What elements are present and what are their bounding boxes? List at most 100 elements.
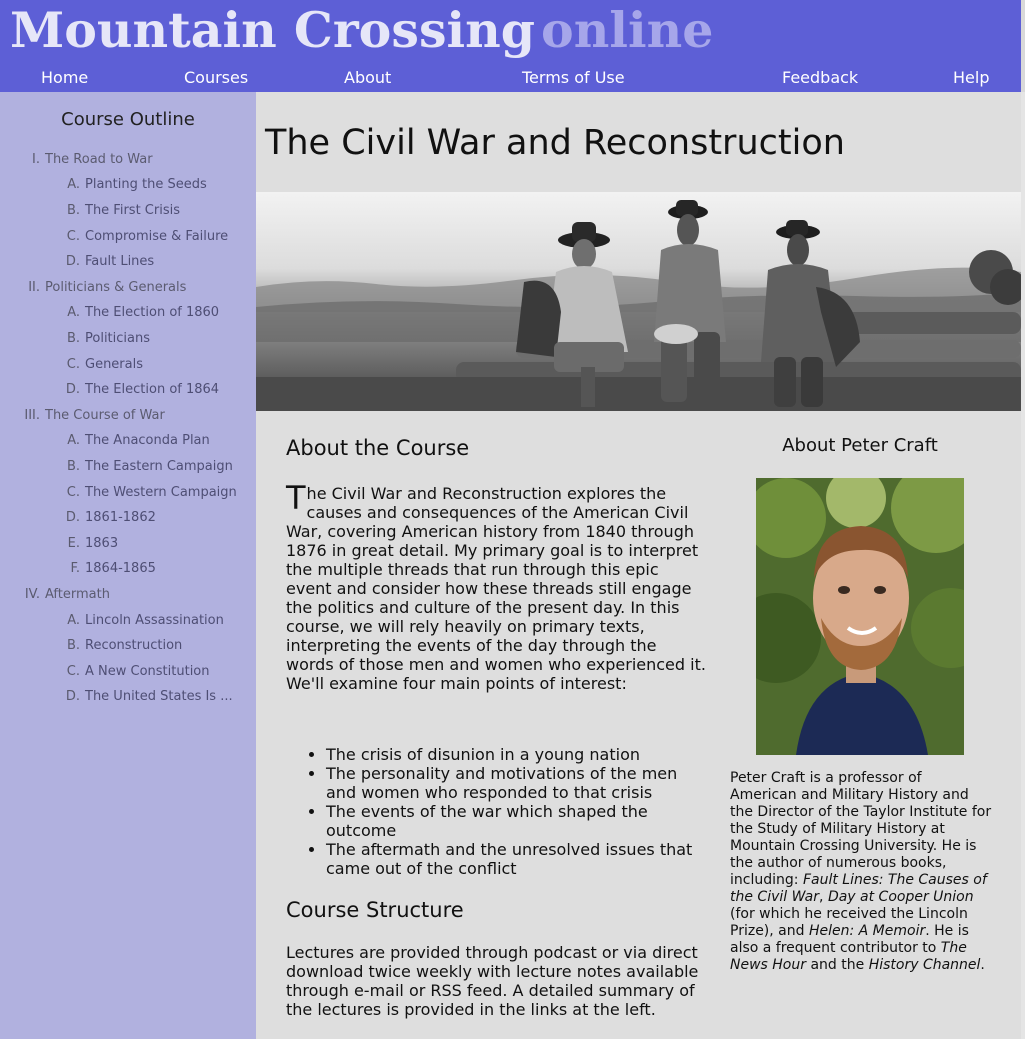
nav-feedback-link[interactable]: Feedback <box>782 67 858 89</box>
site-title-sub: online <box>541 1 714 59</box>
sidebar-item-number: I. <box>32 152 40 167</box>
sidebar-item-number: C. <box>66 664 80 679</box>
nav-home-link[interactable]: Home <box>41 67 88 89</box>
sidebar-item-label: Lincoln Assassination <box>85 613 224 628</box>
author-photo <box>756 478 964 755</box>
nav-courses-link[interactable]: Courses <box>184 67 248 89</box>
course-structure-text: Lectures are provided through podcast or… <box>286 943 699 1019</box>
sidebar-item-label: Reconstruction <box>85 638 183 653</box>
author-bio: Peter Craft is a professor of American a… <box>730 770 992 974</box>
outlet-name: History Channel <box>868 957 981 973</box>
sidebar-item-label: A New Constitution <box>85 664 210 679</box>
list-item: The crisis of disunion in a young nation <box>326 745 706 764</box>
sidebar-item[interactable]: B. The First Crisis <box>40 203 180 219</box>
sidebar-item-number: A. <box>67 305 80 320</box>
about-course-heading: About the Course <box>286 436 470 460</box>
course-intro-text: he Civil War and Reconstruction explores… <box>286 484 706 693</box>
author-portrait <box>756 478 964 755</box>
main-content: The Civil War and Reconstruction About t… <box>256 92 1021 1039</box>
book-title: Helen: A Memoir <box>808 923 926 939</box>
about-author-heading: About Peter Craft <box>782 435 938 456</box>
sidebar-item-number: D. <box>65 254 80 269</box>
sidebar-item[interactable]: D. 1861-1862 <box>40 510 156 526</box>
bio-text: Peter Craft is a professor of American a… <box>730 770 992 888</box>
sidebar-item-number: A. <box>67 433 80 448</box>
course-outline-sidebar: Course Outline I. The Road to War A. Planti… <box>0 92 256 1039</box>
sidebar-item[interactable]: B. Politicians <box>40 331 150 347</box>
sidebar-item[interactable]: C. Compromise & Failure <box>40 229 228 245</box>
sidebar-item-label: The Anaconda Plan <box>85 433 210 448</box>
sidebar-item-number: D. <box>65 382 80 397</box>
course-outline-title: Course Outline <box>61 109 195 130</box>
site-title-main: Mountain Crossing <box>10 1 536 59</box>
course-intro-paragraph: The Civil War and Reconstruction explore… <box>286 482 706 693</box>
sidebar-item-label: The Course of War <box>45 408 165 423</box>
sidebar-item-number: IV. <box>24 587 40 602</box>
sidebar-item-label: The Eastern Campaign <box>85 459 233 474</box>
sidebar-item-number: F. <box>70 561 80 576</box>
sidebar-item[interactable]: B. The Eastern Campaign <box>40 459 233 475</box>
sidebar-item-number: C. <box>66 485 80 500</box>
bio-text: . <box>980 957 985 973</box>
sidebar-item-label: The Western Campaign <box>85 485 237 500</box>
nav-help-link[interactable]: Help <box>953 67 989 89</box>
bio-text: and the <box>806 957 869 973</box>
sidebar-item-number: B. <box>66 203 80 218</box>
bio-text: , <box>819 889 828 905</box>
sidebar-item-label: The Election of 1860 <box>85 305 220 320</box>
sidebar-item[interactable]: A. The Anaconda Plan <box>40 433 210 449</box>
sidebar-item[interactable]: E. 1863 <box>40 536 118 552</box>
sidebar-item-label: The First Crisis <box>85 203 180 218</box>
nav-about-link[interactable]: About <box>344 67 391 89</box>
sidebar-item-label: The United States Is ... <box>85 689 233 704</box>
page-title: The Civil War and Reconstruction <box>265 123 845 163</box>
sidebar-item-label: 1863 <box>85 536 119 551</box>
site-header: Mountain Crossing online Home Courses Abo… <box>0 0 1025 92</box>
sidebar-item-number: D. <box>65 689 80 704</box>
sidebar-item-label: Politicians & Generals <box>45 280 187 295</box>
sidebar-item[interactable]: D. The United States Is ... <box>40 689 233 705</box>
list-item: The events of the war which shaped the o… <box>326 802 706 840</box>
sidebar-item-number: III. <box>24 408 40 423</box>
list-item: The aftermath and the unresolved issues … <box>326 840 706 878</box>
course-structure-heading: Course Structure <box>286 898 464 922</box>
sidebar-item-number: B. <box>66 459 80 474</box>
sidebar-item-label: Compromise & Failure <box>85 229 229 244</box>
nav-terms-link[interactable]: Terms of Use <box>522 67 625 89</box>
sidebar-item[interactable]: III. The Course of War <box>10 408 165 424</box>
sidebar-item-label: 1861-1862 <box>85 510 156 525</box>
sidebar-item-label: The Election of 1864 <box>85 382 220 397</box>
sidebar-item[interactable]: C. Generals <box>40 357 143 373</box>
sidebar-item-number: E. <box>67 536 80 551</box>
sidebar-item[interactable]: C. A New Constitution <box>40 664 210 680</box>
sidebar-item[interactable]: IV. Aftermath <box>10 587 110 603</box>
sidebar-item-number: B. <box>66 638 80 653</box>
sidebar-item-number: A. <box>67 613 80 628</box>
sidebar-item-label: 1864-1865 <box>85 561 156 576</box>
sidebar-item-number: II. <box>28 280 40 295</box>
sidebar-item[interactable]: A. Lincoln Assassination <box>40 613 224 629</box>
sidebar-item[interactable]: B. Reconstruction <box>40 638 182 654</box>
civil-war-soldiers-photo <box>256 192 1021 411</box>
sidebar-item[interactable]: C. The Western Campaign <box>40 485 237 501</box>
sidebar-item[interactable]: II. Politicians & Generals <box>10 280 186 296</box>
sidebar-item[interactable]: A. Planting the Seeds <box>40 177 207 193</box>
sidebar-item-number: B. <box>66 331 80 346</box>
sidebar-item-number: C. <box>66 229 80 244</box>
sidebar-item-number: D. <box>65 510 80 525</box>
hero-photo <box>256 192 1021 411</box>
sidebar-item-label: Politicians <box>85 331 150 346</box>
sidebar-item[interactable]: A. The Election of 1860 <box>40 305 219 321</box>
sidebar-item[interactable]: D. The Election of 1864 <box>40 382 219 398</box>
sidebar-item[interactable]: I. The Road to War <box>10 152 153 168</box>
sidebar-item[interactable]: F. 1864-1865 <box>40 561 156 577</box>
sidebar-item[interactable]: D. Fault Lines <box>40 254 154 270</box>
site-logo[interactable]: Mountain Crossing online <box>10 2 713 58</box>
sidebar-item-label: Fault Lines <box>85 254 155 269</box>
sidebar-item-label: The Road to War <box>45 152 153 167</box>
sidebar-item-label: Generals <box>85 357 144 372</box>
page-edge <box>1021 92 1025 1039</box>
book-title: Day at Cooper Union <box>827 889 974 905</box>
list-item: The personality and motivations of the m… <box>326 764 706 802</box>
sidebar-item-label: Planting the Seeds <box>85 177 207 192</box>
